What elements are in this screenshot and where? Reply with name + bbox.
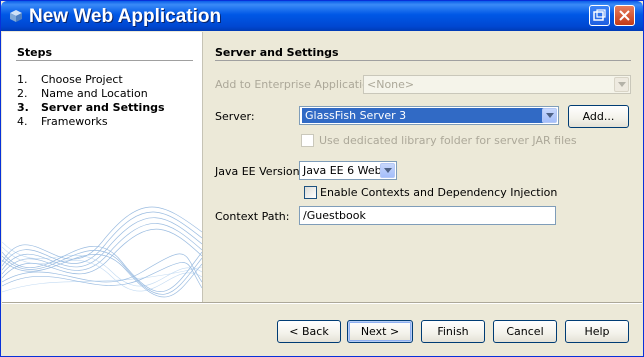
server-combo[interactable]: GlassFish Server 3 [299,106,559,125]
window-title: New Web Application [29,6,222,27]
help-button[interactable]: Help [565,320,629,343]
add-server-button[interactable]: Add... [568,105,629,128]
step-number: 4. [17,115,28,128]
dropdown-arrow-icon [614,77,629,92]
dropdown-arrow-icon [542,108,557,123]
dropdown-arrow-icon [380,163,395,178]
step-label: Server and Settings [41,101,165,114]
step-label: Frameworks [41,115,108,128]
cdi-checkbox[interactable] [304,186,317,199]
dedicated-folder-checkbox[interactable] [301,134,314,147]
steps-title: Steps [17,46,53,59]
title-bar[interactable]: New Web Application [1,1,643,31]
step-number: 3. [17,101,29,114]
javaee-version-label: Java EE Version: [215,165,304,178]
netbeans-cube-icon [10,10,22,22]
section-divider [215,60,631,61]
restore-button[interactable] [589,5,610,26]
close-icon [619,10,630,21]
steps-divider [16,60,193,61]
step-label: Choose Project [41,73,123,86]
button-bar-divider [2,302,642,303]
button-bar: < Back Next > Finish Cancel Help [2,302,642,356]
restore-icon [593,9,606,21]
step-item: 2. Name and Location [17,87,165,101]
javaee-version-value: Java EE 6 Web [303,164,382,177]
server-label: Server: [215,110,255,123]
back-button[interactable]: < Back [277,320,341,343]
context-path-label: Context Path: [215,210,290,223]
step-number: 1. [17,73,28,86]
decorative-waves-graphic [2,206,202,298]
step-item: 4. Frameworks [17,115,165,129]
finish-button[interactable]: Finish [421,320,485,343]
settings-panel: Server and Settings Add to Enterprise Ap… [203,32,642,302]
next-button[interactable]: Next > [347,320,413,343]
step-number: 2. [17,87,28,100]
dedicated-folder-label: Use dedicated library folder for server … [319,134,577,147]
step-item: 1. Choose Project [17,73,165,87]
enterprise-app-combo[interactable]: <None> [363,75,631,94]
wizard-window: New Web Application Steps 1. Choose Proje… [0,0,644,357]
context-path-input[interactable] [302,208,552,223]
step-item-current: 3. Server and Settings [17,101,165,115]
step-label: Name and Location [41,87,148,100]
server-value: GlassFish Server 3 [302,108,547,123]
enterprise-app-value: <None> [367,78,415,91]
steps-panel: Steps 1. Choose Project 2. Name and Locati… [2,32,202,302]
javaee-version-combo[interactable]: Java EE 6 Web [299,161,397,180]
cancel-button[interactable]: Cancel [493,320,557,343]
close-button[interactable] [614,5,635,26]
context-path-field[interactable] [299,206,556,225]
steps-list: 1. Choose Project 2. Name and Location 3. S… [17,73,165,129]
section-title: Server and Settings [215,46,339,59]
wizard-content: Steps 1. Choose Project 2. Name and Locati… [2,32,642,302]
enterprise-app-label: Add to Enterprise Application: [215,78,380,91]
cdi-label: Enable Contexts and Dependency Injection [320,186,558,199]
